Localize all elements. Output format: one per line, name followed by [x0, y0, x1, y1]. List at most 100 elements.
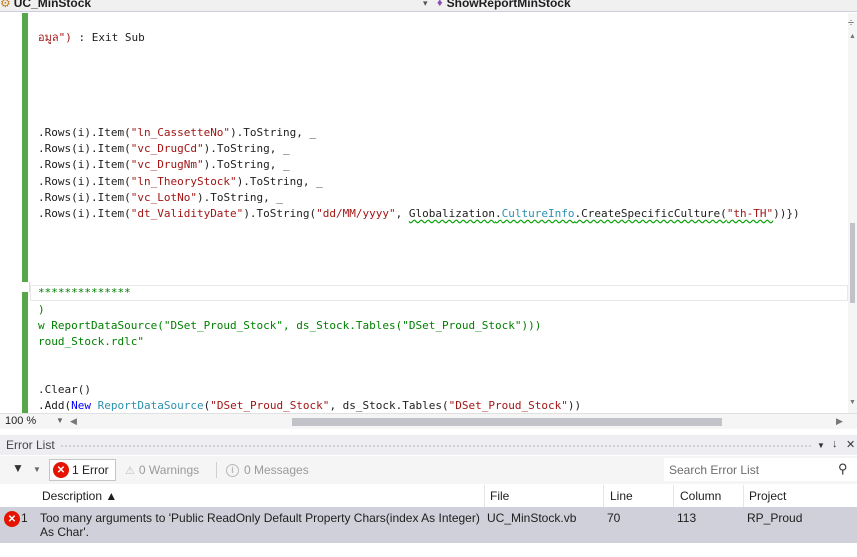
method-dropdown[interactable]: ♦ ShowReportMinStock [437, 0, 571, 11]
zoom-dropdown-icon[interactable]: ▼ [56, 416, 64, 425]
code-editor[interactable]: อมูล") : Exit Sub .Rows(i).Item("ln_Cass… [0, 13, 857, 413]
code-line: .Add(New ReportDataSource("DSet_Proud_St… [38, 398, 581, 413]
code-token: , [395, 207, 409, 220]
code-token: ).ToString, _ [203, 142, 290, 155]
code-line: .Rows(i).Item("vc_DrugCd").ToString, _ [38, 141, 290, 157]
column-header-column[interactable]: Column [680, 489, 721, 503]
code-token: .Clear() [38, 383, 91, 396]
navigation-bar: ⚙ UC_MinStock ▾ ♦ ShowReportMinStock [0, 0, 857, 12]
error-column: 113 [677, 511, 697, 525]
code-token: CultureInfo [501, 207, 575, 220]
code-token: ).ToString, _ [203, 158, 290, 171]
filter-dropdown-icon[interactable]: ▼ [33, 465, 41, 474]
change-tracking-bar [22, 13, 28, 413]
code-token: อมูล") [38, 31, 79, 44]
code-line: .Rows(i).Item("vc_LotNo").ToString, _ [38, 190, 283, 206]
code-token: . [495, 207, 502, 220]
class-dropdown[interactable]: ⚙ UC_MinStock [0, 0, 91, 11]
column-header-project[interactable]: Project [749, 489, 786, 503]
horizontal-scrollbar[interactable] [82, 418, 824, 426]
column-divider[interactable] [673, 485, 674, 507]
code-token: "dd/MM/yyyy" [316, 207, 396, 220]
table-row[interactable]: ✕ 1 Too many arguments to 'Public ReadOn… [0, 507, 857, 543]
info-icon: i [226, 463, 239, 477]
code-token: ) [38, 303, 45, 316]
code-token: .Add( [38, 399, 72, 412]
column-divider[interactable] [743, 485, 744, 507]
code-line: ) [38, 302, 45, 318]
code-line: w ReportDataSource("DSet_Proud_Stock", d… [38, 318, 541, 334]
code-token: )) [567, 399, 582, 412]
chevron-down-icon[interactable]: ▾ [423, 0, 428, 9]
class-name: UC_MinStock [13, 0, 92, 10]
vertical-scroll-thumb[interactable] [850, 223, 855, 303]
editor-margin [0, 13, 22, 413]
errors-filter-button[interactable]: ✕ 1 Error [49, 459, 116, 481]
errors-count-label: 1 Error [72, 463, 109, 477]
code-line: ************** [38, 285, 131, 301]
code-token: ))}) [773, 207, 800, 220]
error-line: 70 [607, 511, 621, 525]
column-header-description[interactable]: Description ▲ [42, 489, 117, 503]
current-line-highlight [30, 285, 848, 301]
vertical-scrollbar[interactable]: ÷ ▲ ▼ [848, 13, 857, 413]
code-line: .Rows(i).Item("ln_TheoryStock").ToString… [38, 174, 323, 190]
search-icon[interactable]: ⚲ [838, 461, 848, 477]
error-icon: ✕ [4, 511, 20, 527]
code-token: .Rows(i).Item( [38, 158, 131, 171]
code-token: .Rows(i).Item( [38, 142, 131, 155]
code-token: "DSet_Proud_Stock" [210, 399, 330, 412]
code-token: ).ToString( [243, 207, 317, 220]
column-header-file[interactable]: File [490, 489, 509, 503]
close-icon[interactable]: ✕ [846, 438, 855, 451]
scroll-up-icon[interactable]: ▲ [849, 33, 856, 40]
messages-filter-button[interactable]: i 0 Messages [226, 459, 309, 481]
pin-icon[interactable]: ↓ [832, 438, 838, 450]
panel-title: Error List [6, 438, 55, 452]
code-token: .Rows(i).Item( [38, 191, 131, 204]
column-divider[interactable] [603, 485, 604, 507]
change-bar-gap [22, 282, 28, 292]
code-token: ************** [38, 286, 131, 299]
scroll-right-icon[interactable]: ▶ [836, 416, 843, 427]
scroll-left-icon[interactable]: ◀ [70, 416, 77, 427]
method-name: ShowReportMinStock [446, 0, 571, 10]
code-token: "dt_ValidityDate" [130, 207, 244, 220]
horizontal-scroll-thumb[interactable] [292, 418, 722, 426]
error-project: RP_Proud [747, 511, 803, 525]
code-token: .Rows(i).Item( [38, 175, 131, 188]
toolbar-separator [216, 462, 217, 478]
scroll-down-icon[interactable]: ▼ [849, 399, 856, 406]
code-token: .Rows(i).Item( [38, 207, 131, 220]
search-input[interactable] [664, 458, 834, 481]
code-token: roud_Stock.rdlc" [38, 335, 144, 348]
panel-drag-grip[interactable] [60, 444, 812, 448]
filter-icon[interactable]: ▼ [12, 461, 24, 475]
code-line: .Rows(i).Item("dt_ValidityDate").ToStrin… [38, 206, 800, 222]
code-line: .Rows(i).Item("ln_CassetteNo").ToString,… [38, 125, 316, 141]
code-token: "vc_DrugNm" [130, 158, 204, 171]
panel-menu-icon[interactable]: ▼ [817, 441, 825, 450]
split-handle-icon[interactable]: ÷ [848, 17, 854, 29]
code-line: .Clear() [38, 382, 91, 398]
code-token: "th-TH" [726, 207, 774, 220]
error-list-header: Error List ▼ ↓ ✕ [0, 435, 857, 455]
code-token: "vc_LotNo" [130, 191, 197, 204]
column-header-line[interactable]: Line [610, 489, 633, 503]
code-token: ).ToString, _ [196, 191, 284, 204]
code-token: ReportDataSource [97, 399, 204, 412]
zoom-level[interactable]: 100 % [5, 415, 36, 427]
column-divider[interactable] [484, 485, 485, 507]
method-icon: ♦ [437, 0, 443, 9]
warnings-count-label: 0 Warnings [138, 463, 200, 477]
code-token: "ln_TheoryStock" [130, 175, 237, 188]
warnings-filter-button[interactable]: ⚠ 0 Warnings [125, 459, 199, 481]
search-box[interactable]: ⚲ [664, 458, 857, 481]
code-token: "vc_DrugCd" [130, 142, 204, 155]
error-icon: ✕ [53, 462, 69, 478]
error-file: UC_MinStock.vb [487, 511, 577, 525]
code-token: : Exit Sub [78, 31, 145, 44]
error-grid-header: Description ▲ File Line Column Project [0, 485, 857, 507]
class-icon: ⚙ [0, 0, 11, 10]
